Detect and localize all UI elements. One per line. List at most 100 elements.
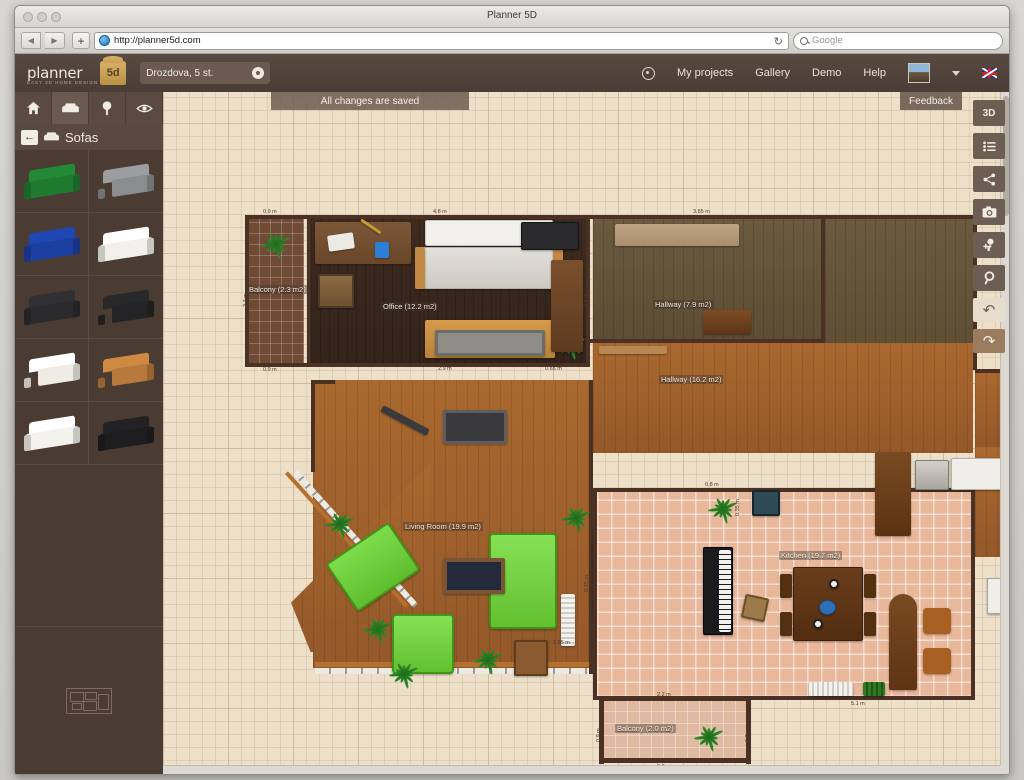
app-logo[interactable]: planner EASY 3D HOME DESIGN 5d [27, 56, 127, 85]
horizontal-scrollbar[interactable] [163, 765, 1000, 774]
nav-demo[interactable]: Demo [812, 67, 841, 79]
sidebar-tabs [15, 92, 163, 124]
reload-icon[interactable]: ↻ [774, 35, 783, 48]
catalog-item[interactable] [15, 213, 89, 276]
sofa-thumbnail [98, 352, 154, 389]
hallway-bench [703, 310, 751, 334]
camera-button[interactable] [973, 199, 1005, 225]
address-bar[interactable]: http://planner5d.com ↻ [94, 31, 789, 50]
plant-living-1[interactable] [324, 512, 355, 539]
plant-kitchen[interactable] [707, 497, 738, 524]
gear-icon[interactable] [252, 67, 265, 79]
catalog-item[interactable] [89, 213, 163, 276]
catalog-item[interactable] [89, 276, 163, 339]
app-header: planner EASY 3D HOME DESIGN 5d Drozdova,… [15, 54, 1009, 92]
sidebar-tab-home[interactable] [15, 92, 52, 124]
project-name-field[interactable]: Drozdova, 5 st. [140, 62, 271, 84]
browser-toolbar: ◀ ▶ + http://planner5d.com ↻ Google [15, 28, 1009, 54]
chevron-down-icon[interactable] [952, 70, 960, 76]
catalog-sidebar: ← Sofas [15, 92, 163, 774]
catalog-item[interactable] [89, 150, 163, 213]
office-bed [421, 247, 557, 289]
room-label-kitchen: Kitchen (19.7 m2) [779, 551, 843, 560]
plant-living-2[interactable] [362, 617, 393, 644]
dim-balcony-top-width: 0.9 m [263, 209, 277, 215]
room-label-hallway-small: Hallway (7.9 m2) [653, 300, 714, 309]
window-title: Planner 5D [486, 10, 538, 21]
scroll-corner [1000, 765, 1009, 774]
minimap-panel[interactable] [15, 626, 163, 774]
office-bed-side-l [415, 247, 425, 289]
language-flag-icon[interactable] [982, 68, 997, 78]
kitchen-tall-cab [875, 452, 911, 536]
plant-balcony-bottom[interactable] [693, 722, 725, 752]
back-icon[interactable]: ← [21, 129, 38, 145]
kitchen-tv [752, 490, 780, 516]
kitchen-radiator [809, 682, 853, 696]
undo-button[interactable]: ↶ [973, 298, 1005, 322]
share-button[interactable] [973, 166, 1005, 192]
kitchen-chair-2 [780, 612, 792, 636]
search-button[interactable] [973, 265, 1005, 291]
avatar[interactable] [908, 63, 930, 83]
settings-icon[interactable] [641, 66, 655, 80]
nav-my-projects[interactable]: My projects [677, 67, 733, 79]
hallway-shelf [615, 224, 739, 246]
kitchen-chair-4 [864, 612, 876, 636]
nav-help[interactable]: Help [863, 67, 886, 79]
dim-office-door-width: 0.65 m [545, 366, 562, 372]
sidebar-tab-view[interactable] [126, 92, 163, 124]
plant-living-5[interactable] [560, 506, 591, 533]
kitchen-piano-keys [719, 550, 731, 632]
catalog-item[interactable] [15, 150, 89, 213]
new-tab-button[interactable]: + [72, 32, 90, 49]
catalog-item[interactable] [15, 402, 89, 465]
dim-balcony-top-height: 2.3 m [243, 293, 249, 307]
add-user-button[interactable] [973, 232, 1005, 258]
dim-kitchen-bottom: 5.1 m [851, 701, 865, 707]
list-icon [982, 140, 996, 152]
dim-living-gap: 2.55 m [553, 640, 570, 646]
minimap[interactable] [66, 687, 112, 714]
room-hallway-large[interactable] [593, 343, 973, 453]
list-button[interactable] [973, 133, 1005, 159]
logo-badge: 5d [100, 56, 127, 85]
redo-button[interactable]: ↷ [973, 329, 1005, 353]
catalog-item[interactable] [89, 339, 163, 402]
floorplan-canvas[interactable]: Balcony (2.3 m2) 0.9 m 0.9 m 2.3 m Offic… [163, 92, 1009, 774]
dim-kitchen-niche: 0.35 m [735, 499, 741, 516]
sofa-thumbnail [23, 289, 80, 326]
floorplan: Balcony (2.3 m2) 0.9 m 0.9 m 2.3 m Offic… [163, 92, 1009, 774]
sofa-thumbnail [98, 289, 154, 326]
kitchen-plate-1 [829, 579, 839, 589]
sidebar-tab-furniture[interactable] [52, 92, 89, 124]
kitchen-stool-2 [923, 648, 951, 674]
forward-button[interactable]: ▶ [45, 32, 65, 49]
hallway-large-door [599, 346, 667, 354]
catalog-item[interactable] [89, 402, 163, 465]
plant-living-3[interactable] [388, 662, 419, 689]
sofa-icon [61, 102, 79, 112]
address-text: http://planner5d.com [114, 35, 201, 46]
back-button[interactable]: ◀ [21, 32, 41, 49]
catalog-item[interactable] [15, 276, 89, 339]
search-input[interactable]: Google [793, 31, 1003, 50]
sidebar-tab-plants[interactable] [89, 92, 126, 124]
dim-office-width: 4.8 m [433, 209, 447, 215]
office-speaker [521, 222, 579, 250]
nav-gallery[interactable]: Gallery [755, 67, 790, 79]
dim-kitchen-top: 0.8 m [705, 482, 719, 488]
feedback-button[interactable]: Feedback [900, 92, 962, 110]
room-label-hallway-large: Hallway (16.2 m2) [659, 375, 724, 384]
plant-living-4[interactable] [472, 648, 503, 675]
camera-icon [982, 206, 996, 218]
sofa-thumbnail [23, 352, 80, 389]
catalog-grid [15, 150, 163, 465]
room-label-balcony-top: Balcony (2.3 m2) [247, 285, 308, 294]
planner5d-app: planner EASY 3D HOME DESIGN 5d Drozdova,… [15, 54, 1009, 774]
room-label-living: Living Room (19.9 m2) [403, 522, 483, 531]
kitchen-bowl [819, 600, 836, 615]
plant-balcony[interactable] [260, 230, 291, 259]
3d-view-button[interactable]: 3D [973, 100, 1005, 126]
catalog-item[interactable] [15, 339, 89, 402]
